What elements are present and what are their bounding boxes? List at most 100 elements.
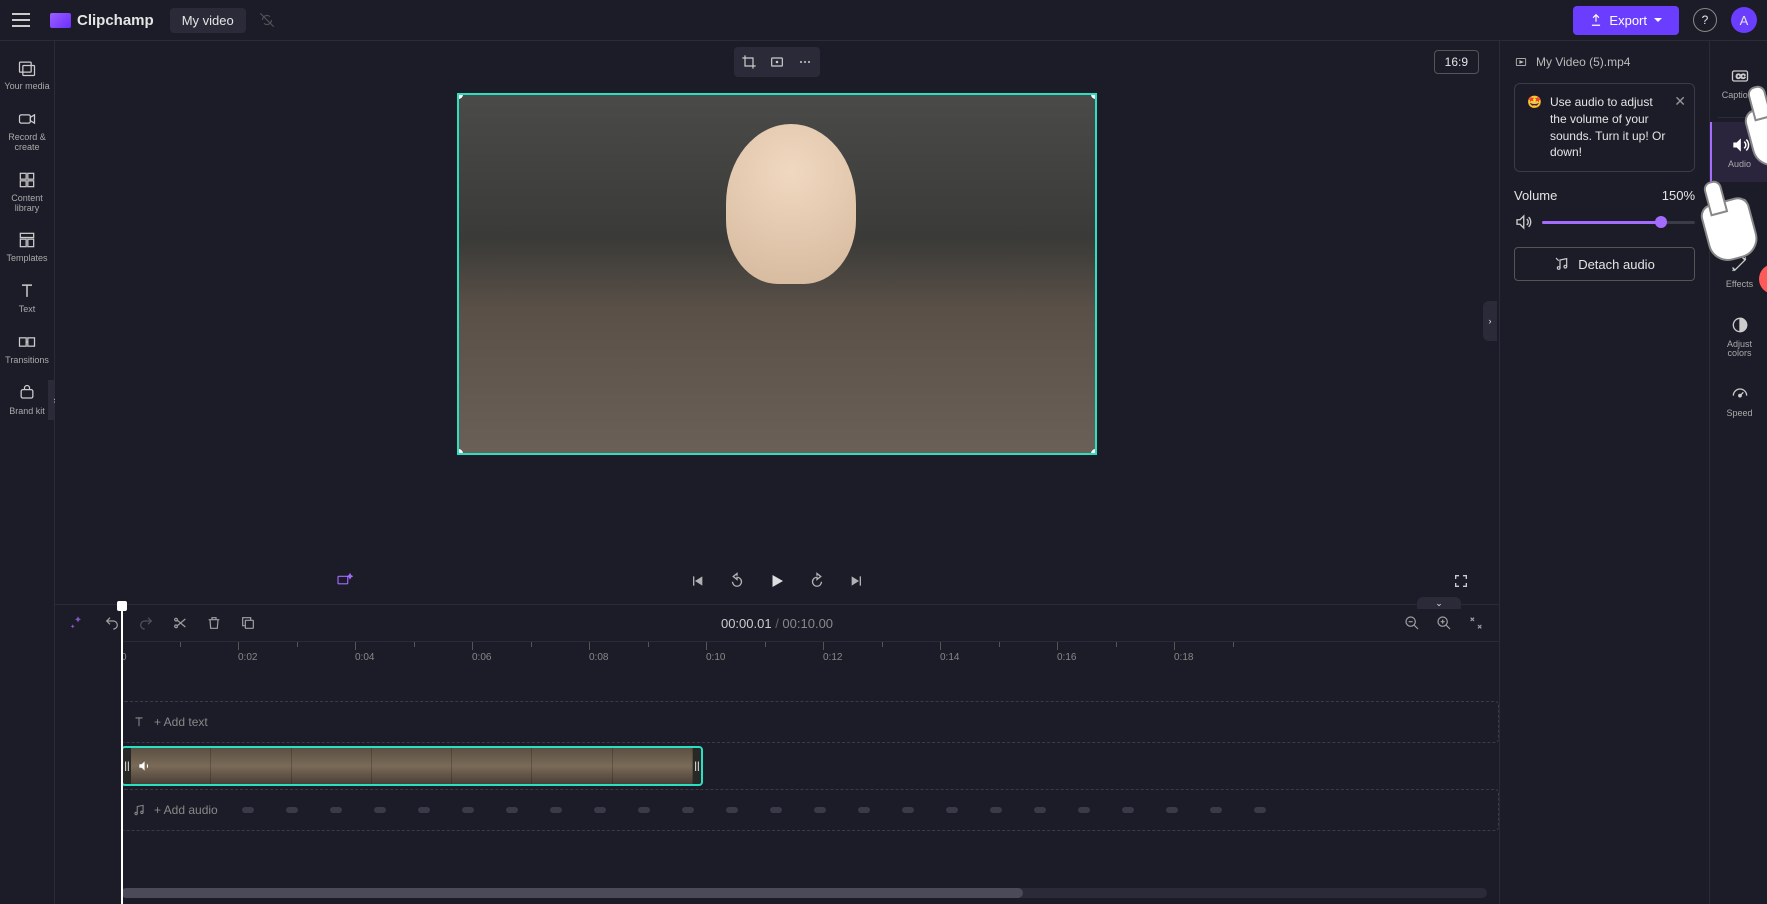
video-file-icon (1514, 55, 1528, 69)
video-name-input[interactable]: My video (170, 8, 246, 33)
ruler-tick: 0:18 (1174, 642, 1193, 663)
tip-emoji-icon: 🤩 (1527, 94, 1542, 161)
nav-label: Record & create (2, 133, 52, 153)
music-icon (132, 803, 146, 817)
resize-handle[interactable] (1091, 93, 1097, 99)
ruler-tick: 0:02 (238, 642, 257, 663)
nav-label: Your media (4, 82, 49, 92)
sync-off-icon[interactable] (258, 11, 276, 29)
export-button[interactable]: Export (1573, 6, 1679, 35)
nav-label: Brand kit (9, 407, 45, 417)
magic-tag-icon[interactable] (335, 571, 355, 591)
resize-handle[interactable] (457, 449, 463, 455)
split-button[interactable] (171, 614, 189, 632)
ruler-tick-minor (1116, 642, 1117, 649)
detach-audio-button[interactable]: Detach audio (1514, 247, 1695, 281)
timeline-ruler[interactable]: 00:020:040:060:080:100:120:140:160:18 (121, 641, 1499, 663)
nav-templates[interactable]: Templates (0, 221, 54, 272)
fullscreen-button[interactable] (1453, 573, 1469, 589)
clip-thumbnail (613, 748, 693, 784)
tip-callout: 🤩 Use audio to adjust the volume of your… (1514, 83, 1695, 172)
more-tool[interactable] (793, 50, 817, 74)
ruler-tick: 0:08 (589, 642, 608, 663)
zoom-out-button[interactable] (1403, 614, 1421, 632)
speaker-icon (137, 759, 151, 773)
volume-slider[interactable] (1542, 221, 1695, 224)
aspect-ratio-button[interactable]: 16:9 (1434, 50, 1479, 74)
detach-icon (1554, 256, 1570, 272)
scroll-thumb[interactable] (121, 888, 1023, 898)
nav-content-library[interactable]: Content library (0, 161, 54, 222)
tab-audio[interactable]: Audio (1710, 122, 1767, 182)
ruler-tick: 0:16 (1057, 642, 1076, 663)
video-canvas[interactable]: ⟳ (457, 93, 1097, 455)
menu-button[interactable] (10, 11, 32, 29)
user-avatar[interactable]: A (1731, 7, 1757, 33)
tab-adjust-colors[interactable]: Adjust colors (1710, 302, 1767, 372)
total-time: 00:10.00 (782, 616, 833, 631)
nav-your-media[interactable]: Your media (0, 49, 54, 100)
resize-handle[interactable] (1091, 449, 1097, 455)
stage-tools (734, 47, 820, 77)
redo-button[interactable] (137, 614, 155, 632)
delete-button[interactable] (205, 614, 223, 632)
detach-label: Detach audio (1578, 257, 1655, 272)
rotate-handle[interactable]: ⟳ (768, 453, 786, 455)
adjust-icon (1729, 314, 1751, 336)
volume-fill (1542, 221, 1657, 224)
timeline: ⌄ 00:00.01 / 00:10.00 (55, 604, 1499, 904)
undo-button[interactable] (103, 614, 121, 632)
clipchamp-logo (50, 13, 71, 28)
zoom-in-button[interactable] (1435, 614, 1453, 632)
ruler-tick-minor (297, 642, 298, 649)
prev-button[interactable] (686, 570, 708, 592)
rewind-button[interactable] (726, 570, 748, 592)
nav-label: Content library (2, 194, 52, 214)
ruler-tick: 0:12 (823, 642, 842, 663)
audio-track-placeholder[interactable]: + Add audio (121, 789, 1499, 831)
library-icon (16, 169, 38, 191)
nav-text[interactable]: Text (0, 272, 54, 323)
volume-thumb[interactable] (1655, 216, 1667, 228)
clip-thumbnail (452, 748, 532, 784)
crop-tool[interactable] (737, 50, 761, 74)
tab-filters[interactable]: Filters (1710, 182, 1767, 242)
play-button[interactable] (766, 570, 788, 592)
tab-effects[interactable]: Effects (1710, 242, 1767, 302)
speaker-icon[interactable] (1514, 213, 1532, 231)
brand-name: Clipchamp (77, 12, 154, 29)
tab-label: Audio (1728, 160, 1751, 170)
magic-wand-tool[interactable] (69, 614, 87, 632)
video-clip[interactable]: || || (121, 746, 703, 786)
clip-trim-left[interactable]: || (123, 748, 131, 784)
nav-transitions[interactable]: Transitions (0, 323, 54, 374)
tab-label: Adjust colors (1714, 340, 1765, 360)
file-name: My Video (5).mp4 (1536, 55, 1630, 69)
clip-trim-right[interactable]: || (693, 748, 701, 784)
tab-captions[interactable]: CC Captions (1710, 53, 1767, 113)
ruler-tick: 0:04 (355, 642, 374, 663)
forward-button[interactable] (806, 570, 828, 592)
help-button[interactable]: ? (1693, 8, 1717, 32)
close-tip-button[interactable]: ✕ (1674, 92, 1686, 112)
add-audio-label: + Add audio (154, 803, 218, 817)
clip-thumbnail (532, 748, 612, 784)
right-panel-toggle[interactable]: › (1483, 301, 1497, 341)
nav-record-create[interactable]: Record & create (0, 100, 54, 161)
svg-text:CC: CC (1735, 74, 1745, 81)
zoom-fit-button[interactable] (1467, 614, 1485, 632)
playhead[interactable] (121, 605, 123, 904)
nav-label: Transitions (5, 356, 49, 366)
ruler-tick-minor (180, 642, 181, 649)
tab-speed[interactable]: Speed (1710, 371, 1767, 431)
ruler-tick-minor (414, 642, 415, 649)
timeline-scrollbar[interactable] (121, 888, 1487, 898)
copy-button[interactable] (239, 614, 257, 632)
ruler-tick-minor (1233, 642, 1234, 649)
camera-icon (16, 108, 38, 130)
text-track-placeholder[interactable]: + Add text (121, 701, 1499, 743)
ruler-tick: 0:10 (706, 642, 725, 663)
nav-brand-kit[interactable]: Brand kit › (0, 374, 54, 425)
next-button[interactable] (846, 570, 868, 592)
fit-tool[interactable] (765, 50, 789, 74)
